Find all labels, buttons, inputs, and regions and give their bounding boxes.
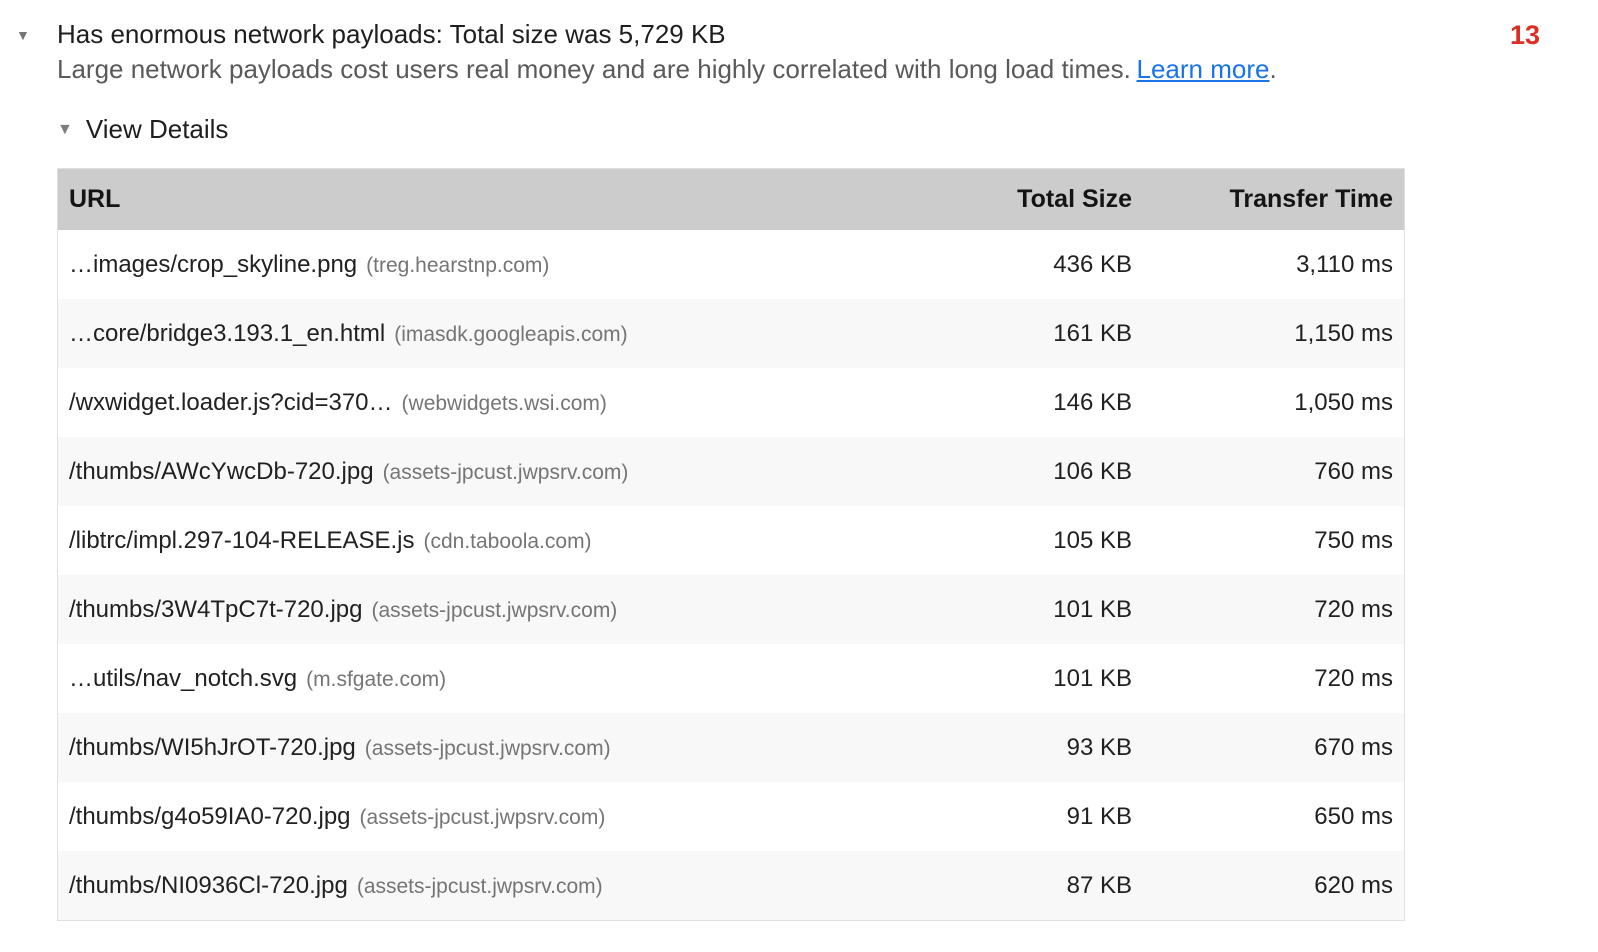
audit-enormous-network-payloads: ▼ Has enormous network payloads: Total s… [0, 0, 1598, 921]
resource-total-size: 106 KB [932, 437, 1132, 506]
audit-description: Large network payloads cost users real m… [57, 52, 1510, 87]
resource-url: /thumbs/g4o59IA0-720.jpg [69, 803, 351, 830]
table-row: /libtrc/impl.297-104-RELEASE.js (cdn.tabo… [58, 506, 1404, 575]
resource-url-cell: /libtrc/impl.297-104-RELEASE.js (cdn.tabo… [58, 506, 932, 575]
column-header-total-size: Total Size [932, 169, 1132, 230]
view-details-triangle-icon: ▼ [57, 122, 73, 138]
resource-total-size: 105 KB [932, 506, 1132, 575]
audit-title: Has enormous network payloads: Total siz… [57, 17, 1510, 52]
resource-transfer-time: 3,110 ms [1132, 230, 1404, 299]
resource-total-size: 436 KB [932, 230, 1132, 299]
resource-transfer-time: 1,050 ms [1132, 368, 1404, 437]
view-details-label: View Details [86, 114, 229, 145]
resource-url-cell: …core/bridge3.193.1_en.html (imasdk.googl… [58, 299, 932, 368]
audit-collapse-triangle-icon[interactable]: ▼ [16, 17, 32, 53]
resource-transfer-time: 1,150 ms [1132, 299, 1404, 368]
table-row: …core/bridge3.193.1_en.html (imasdk.googl… [58, 299, 1404, 368]
resource-url-cell: …utils/nav_notch.svg (m.sfgate.com) [58, 644, 932, 713]
resource-domain: (assets-jpcust.jwpsrv.com) [371, 599, 617, 622]
resource-domain: (webwidgets.wsi.com) [402, 392, 607, 415]
resource-total-size: 91 KB [932, 782, 1132, 851]
resource-url-cell: …images/crop_skyline.png (treg.hearstnp.c… [58, 230, 932, 299]
learn-more-link[interactable]: Learn more [1137, 54, 1270, 84]
table-row: …utils/nav_notch.svg (m.sfgate.com) 101 K… [58, 644, 1404, 713]
resource-url: /wxwidget.loader.js?cid=370… [69, 389, 393, 416]
resource-url-cell: /thumbs/g4o59IA0-720.jpg (assets-jpcust.j… [58, 782, 932, 851]
resource-total-size: 93 KB [932, 713, 1132, 782]
table-row: /thumbs/NI0936Cl-720.jpg (assets-jpcust.j… [58, 851, 1404, 920]
after-link-period: . [1269, 54, 1276, 84]
resource-url-cell: /thumbs/WI5hJrOT-720.jpg (assets-jpcust.j… [58, 713, 932, 782]
resource-transfer-time: 670 ms [1132, 713, 1404, 782]
resource-total-size: 146 KB [932, 368, 1132, 437]
resource-domain: (cdn.taboola.com) [423, 530, 591, 553]
resource-transfer-time: 720 ms [1132, 575, 1404, 644]
resource-domain: (imasdk.googleapis.com) [394, 323, 627, 346]
audit-header: ▼ Has enormous network payloads: Total s… [0, 0, 1598, 87]
resource-url-cell: /thumbs/3W4TpC7t-720.jpg (assets-jpcust.j… [58, 575, 932, 644]
resource-transfer-time: 760 ms [1132, 437, 1404, 506]
resource-transfer-time: 620 ms [1132, 851, 1404, 920]
column-header-url: URL [58, 169, 932, 230]
resource-url: /libtrc/impl.297-104-RELEASE.js [69, 527, 414, 554]
resource-url: /thumbs/WI5hJrOT-720.jpg [69, 734, 356, 761]
resource-transfer-time: 650 ms [1132, 782, 1404, 851]
resource-url-cell: /thumbs/AWcYwcDb-720.jpg (assets-jpcust.j… [58, 437, 932, 506]
payload-table: URL Total Size Transfer Time …images/cro… [57, 168, 1405, 921]
resource-url: /thumbs/NI0936Cl-720.jpg [69, 872, 348, 899]
resource-url: …utils/nav_notch.svg [69, 665, 297, 692]
table-header-row: URL Total Size Transfer Time [58, 169, 1404, 230]
resource-url-cell: /wxwidget.loader.js?cid=370… (webwidgets.… [58, 368, 932, 437]
table-row: /thumbs/g4o59IA0-720.jpg (assets-jpcust.j… [58, 782, 1404, 851]
resource-domain: (assets-jpcust.jwpsrv.com) [365, 737, 611, 760]
audit-description-text: Large network payloads cost users real m… [57, 54, 1131, 84]
audit-text-block: Has enormous network payloads: Total siz… [57, 17, 1510, 87]
table-row: /thumbs/WI5hJrOT-720.jpg (assets-jpcust.j… [58, 713, 1404, 782]
resource-domain: (treg.hearstnp.com) [366, 254, 549, 277]
resource-domain: (assets-jpcust.jwpsrv.com) [357, 875, 603, 898]
resource-total-size: 101 KB [932, 575, 1132, 644]
view-details-toggle[interactable]: ▼ View Details [57, 114, 1598, 145]
table-row: /thumbs/AWcYwcDb-720.jpg (assets-jpcust.j… [58, 437, 1404, 506]
failing-items-count-badge: 13 [1510, 17, 1540, 53]
resource-transfer-time: 750 ms [1132, 506, 1404, 575]
resource-total-size: 101 KB [932, 644, 1132, 713]
resource-domain: (assets-jpcust.jwpsrv.com) [383, 461, 629, 484]
resource-url: /thumbs/3W4TpC7t-720.jpg [69, 596, 362, 623]
resource-domain: (m.sfgate.com) [306, 668, 446, 691]
resource-url-cell: /thumbs/NI0936Cl-720.jpg (assets-jpcust.j… [58, 851, 932, 920]
payload-table-body: …images/crop_skyline.png (treg.hearstnp.c… [58, 230, 1404, 920]
table-row: /wxwidget.loader.js?cid=370… (webwidgets.… [58, 368, 1404, 437]
resource-url: …images/crop_skyline.png [69, 251, 357, 278]
resource-total-size: 161 KB [932, 299, 1132, 368]
resource-transfer-time: 720 ms [1132, 644, 1404, 713]
table-row: …images/crop_skyline.png (treg.hearstnp.c… [58, 230, 1404, 299]
table-row: /thumbs/3W4TpC7t-720.jpg (assets-jpcust.j… [58, 575, 1404, 644]
column-header-transfer-time: Transfer Time [1132, 169, 1404, 230]
resource-url: /thumbs/AWcYwcDb-720.jpg [69, 458, 374, 485]
resource-domain: (assets-jpcust.jwpsrv.com) [360, 806, 606, 829]
resource-total-size: 87 KB [932, 851, 1132, 920]
resource-url: …core/bridge3.193.1_en.html [69, 320, 385, 347]
